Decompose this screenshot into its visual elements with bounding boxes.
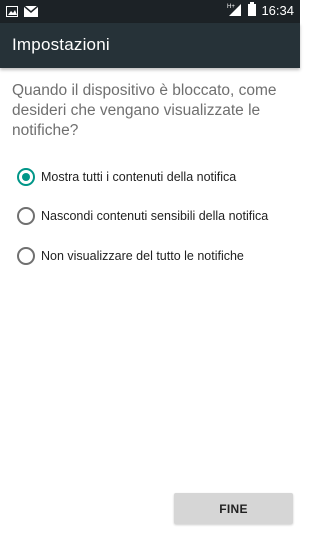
question-text: Quando il dispositivo è bloccato, come d… (12, 82, 277, 139)
option-show-none[interactable]: Non visualizzare del tutto le notifiche (17, 245, 244, 267)
battery-icon (248, 2, 257, 19)
page-title: Impostazioni (12, 35, 110, 54)
status-bar: H+ 16:34 (0, 0, 300, 23)
email-icon (23, 4, 39, 22)
option-label[interactable]: Nascondi contenuti sensibili della notif… (41, 209, 268, 223)
radio-show-all[interactable] (17, 168, 35, 186)
option-label[interactable]: Mostra tutti i contenuti della notifica (41, 170, 236, 184)
option-show-all[interactable]: Mostra tutti i contenuti della notifica (17, 166, 236, 188)
option-label[interactable]: Non visualizzare del tutto le notifiche (41, 249, 244, 263)
radio-selected-dot (22, 173, 30, 181)
image-icon (6, 4, 18, 22)
status-time: 16:34 (261, 3, 294, 18)
radio-show-none[interactable] (17, 247, 35, 265)
option-hide-sensitive[interactable]: Nascondi contenuti sensibili della notif… (17, 205, 268, 227)
radio-hide-sensitive[interactable] (17, 207, 35, 225)
signal-icon: H+ (227, 2, 243, 19)
done-button[interactable]: FINE (174, 493, 293, 524)
app-toolbar: Impostazioni (0, 23, 300, 68)
network-type: H+ (227, 4, 235, 10)
